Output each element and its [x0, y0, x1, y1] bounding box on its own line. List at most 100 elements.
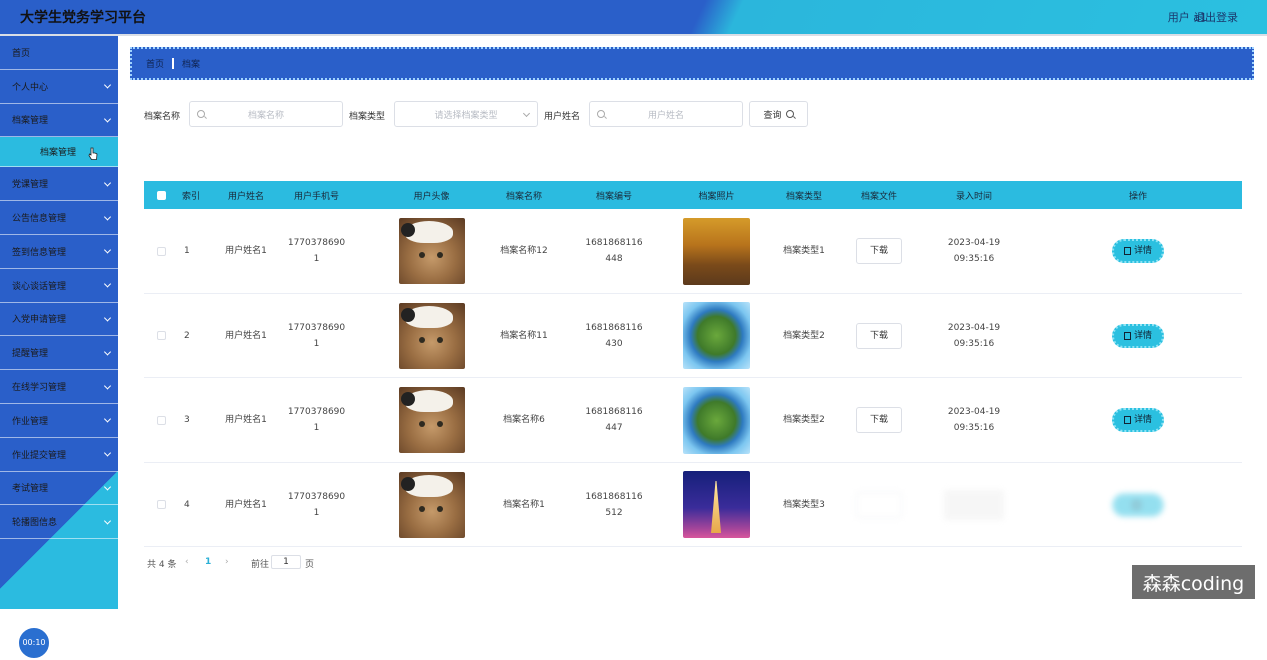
breadcrumb-home[interactable]: 首页	[146, 57, 164, 70]
document-icon	[1133, 500, 1140, 509]
phone-line-1: 1770378690	[287, 491, 346, 502]
action-cell	[1034, 463, 1242, 547]
logout-link[interactable]: 退出登录	[1194, 9, 1238, 25]
column-header: 档案编号	[595, 191, 632, 202]
breadcrumb-separator	[172, 58, 175, 69]
download-button[interactable]: 下载	[856, 322, 902, 349]
entry-time-cell: 2023-04-19 09:35:16	[914, 378, 1034, 462]
download-button[interactable]: 下载	[856, 238, 902, 264]
row-checkbox[interactable]	[156, 500, 166, 509]
row-checkbox[interactable]	[156, 415, 166, 425]
sidebar-item-party-course[interactable]: 党课管理	[0, 167, 118, 202]
entry-time	[944, 489, 1004, 520]
sidebar-item-notice-info[interactable]: 公告信息管理	[0, 201, 118, 235]
sidebar-item-checkin-info[interactable]: 签到信息管理	[0, 235, 118, 269]
archive-code: 1681868116 512	[585, 489, 642, 521]
archive-type-cell: 档案类型2	[764, 294, 844, 378]
document-icon	[1123, 331, 1131, 340]
page-number-1[interactable]: 1	[205, 557, 211, 567]
user-avatar[interactable]	[398, 302, 465, 369]
sidebar-item-label: 作业管理	[12, 416, 49, 427]
archive-photo[interactable]	[683, 471, 750, 538]
sidebar-item-homework[interactable]: 作业管理	[0, 404, 118, 438]
archive-name: 档案名称12	[500, 246, 548, 256]
sidebar-item-exam[interactable]: 考试管理	[0, 472, 118, 506]
action-cell: 详情	[1034, 209, 1242, 293]
sidebar-item-personal-center[interactable]: 个人中心	[0, 70, 118, 104]
download-button[interactable]: 下载	[856, 407, 902, 433]
row-select-cell	[144, 463, 178, 547]
archive-photo[interactable]	[683, 302, 750, 369]
sidebar-item-label: 首页	[12, 48, 31, 59]
sidebar-item-homework-submit[interactable]: 作业提交管理	[0, 438, 118, 472]
page-unit-label: 页	[305, 560, 315, 570]
prev-page-button[interactable]: ‹	[185, 557, 189, 567]
user-name-label: 用户姓名	[544, 112, 581, 122]
user-name-input[interactable]: 用户姓名	[589, 101, 743, 127]
phone-line-1: 1770378690	[287, 407, 346, 417]
detail-button[interactable]	[1112, 492, 1164, 517]
column-header: 用户头像	[413, 191, 450, 202]
entry-clock: 09:35:16	[953, 423, 995, 433]
chevron-down-icon	[522, 109, 531, 118]
entry-date: 2023-04-19	[947, 322, 1001, 333]
select-all-cell	[144, 181, 178, 209]
row-index: 2	[184, 330, 190, 341]
detail-button[interactable]: 详情	[1112, 408, 1164, 432]
sidebar-item-label: 党课管理	[12, 180, 49, 191]
phone-line-1: 1770378690	[287, 322, 346, 333]
archive-type-select[interactable]: 请选择档案类型	[394, 101, 538, 127]
sidebar-item-online-study[interactable]: 在线学习管理	[0, 370, 118, 404]
hand-cursor-icon	[88, 147, 98, 161]
next-page-button[interactable]: ›	[225, 557, 229, 567]
sidebar-item-reminder[interactable]: 提醒管理	[0, 336, 118, 371]
chevron-down-icon	[103, 213, 112, 221]
select-all-checkbox[interactable]	[156, 190, 166, 200]
user-avatar[interactable]	[398, 218, 465, 284]
user-name: 用户姓名1	[225, 330, 267, 341]
avatar-cell	[384, 378, 479, 462]
sidebar-item-label: 提醒管理	[12, 349, 49, 360]
row-index: 3	[184, 415, 190, 425]
user-avatar[interactable]	[398, 471, 465, 538]
avatar-cell	[384, 463, 479, 547]
sidebar-item-carousel-info[interactable]: 轮播图信息	[0, 505, 118, 540]
sidebar-subitem-archive-management[interactable]: 档案管理	[0, 137, 118, 168]
table-body: 1 用户姓名1 1770378690 1 档案名称12 1681868116 448 档案类型…	[144, 209, 1242, 547]
archive-photo-cell	[669, 378, 764, 462]
top-header: 大学生党务学习平台 用户 a1 退出登录	[0, 0, 1267, 34]
sidebar-item-party-application[interactable]: 入党申请管理	[0, 303, 118, 337]
query-button-label: 查询	[763, 110, 782, 121]
header-divider	[0, 34, 1267, 36]
goto-page-input[interactable]: 1	[271, 555, 301, 569]
sidebar-item-home[interactable]: 首页	[0, 36, 118, 70]
column-header: 档案类型	[785, 191, 822, 202]
archive-code: 1681868116 447	[585, 404, 642, 436]
archive-name: 档案名称11	[500, 330, 548, 341]
archive-code-line-2: 430	[605, 338, 623, 349]
detail-button[interactable]: 详情	[1112, 323, 1164, 348]
detail-button[interactable]: 详情	[1112, 239, 1164, 263]
timer-badge: 00:10	[17, 626, 51, 660]
entry-time-cell: 2023-04-19 09:35:16	[914, 294, 1034, 378]
archive-photo-cell	[669, 294, 764, 378]
archive-photo[interactable]	[683, 217, 750, 285]
user-avatar[interactable]	[398, 387, 465, 453]
sidebar-item-talk-info[interactable]: 谈心谈话管理	[0, 269, 118, 303]
action-cell: 详情	[1034, 378, 1242, 462]
phone-line-2: 1	[313, 507, 320, 518]
row-checkbox[interactable]	[156, 246, 166, 256]
download-button[interactable]	[856, 491, 902, 518]
row-checkbox[interactable]	[156, 331, 166, 340]
archive-file-cell	[844, 463, 914, 547]
archive-photo[interactable]	[683, 386, 750, 454]
query-button[interactable]: 查询	[749, 101, 808, 127]
archive-name-input[interactable]: 档案名称	[189, 101, 343, 127]
detail-button-label: 详情	[1133, 415, 1152, 425]
detail-button-label: 详情	[1133, 246, 1152, 256]
search-icon	[785, 110, 794, 118]
archive-code-cell: 1681868116 430	[559, 294, 669, 378]
avatar-cell	[384, 209, 479, 293]
archive-code: 1681868116 448	[585, 235, 642, 267]
sidebar-item-archive-management[interactable]: 档案管理	[0, 104, 118, 138]
